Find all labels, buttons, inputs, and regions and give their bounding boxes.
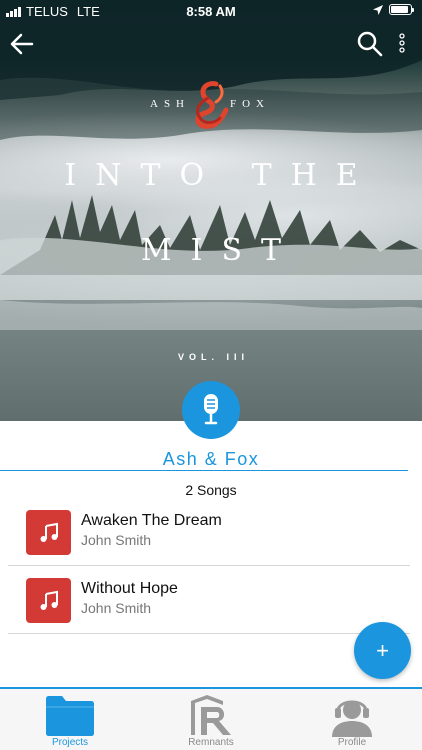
vertical-dots-icon [399,33,405,53]
add-button[interactable]: + [354,622,411,679]
song-artist: John Smith [81,532,152,548]
tab-profile[interactable]: Profile [282,689,422,750]
tab-label: Profile [337,737,367,748]
music-note-icon [40,590,58,610]
search-icon [357,31,383,57]
folder-icon [46,696,94,736]
location-arrow-icon [373,4,383,15]
album-title-line-2: MIST [140,233,301,268]
record-button[interactable] [182,381,240,439]
song-artwork [26,510,71,555]
search-button[interactable] [356,30,384,58]
headset-user-icon [332,700,372,737]
song-row[interactable]: Awaken The Dream John Smith [0,502,410,566]
battery-icon [389,4,414,15]
tab-remnants[interactable]: Remnants [141,689,281,750]
tab-projects[interactable]: Projects [0,689,140,750]
artist-name[interactable]: Ash & Fox [0,449,422,470]
artist-divider [0,470,408,471]
song-artwork [26,578,71,623]
row-divider [8,633,410,634]
song-title: Without Hope [81,580,178,597]
row-divider [8,565,410,566]
song-count: 2 Songs [185,482,237,498]
song-title: Awaken The Dream [81,512,222,529]
back-button[interactable] [8,30,36,58]
remnants-logo-icon [191,695,231,735]
status-bar: TELUS LTE 8:58 AM [0,0,422,22]
brand-text-left: ASH [150,98,191,110]
album-cover: TELUS LTE 8:58 AM ASH FOX INTO THE MIST … [0,0,422,421]
tab-label: Projects [51,737,89,748]
album-title-line-1: INTO THE [64,158,377,193]
song-row[interactable]: Without Hope John Smith [0,570,410,634]
band-brand: ASH FOX [0,80,422,132]
music-note-icon [40,522,58,542]
ampersand-logo-icon [195,81,229,129]
arrow-left-icon [10,33,34,55]
brand-text-right: FOX [230,98,271,110]
tab-label: Remnants [188,737,234,748]
more-options-button[interactable] [392,30,412,58]
album-volume: VOL. III [177,352,249,362]
microphone-icon [204,394,218,425]
bottom-tab-bar: Projects Remnants Profile [0,687,422,750]
status-time: 8:58 AM [186,4,236,19]
song-artist: John Smith [81,600,152,616]
plus-icon: + [376,637,389,663]
